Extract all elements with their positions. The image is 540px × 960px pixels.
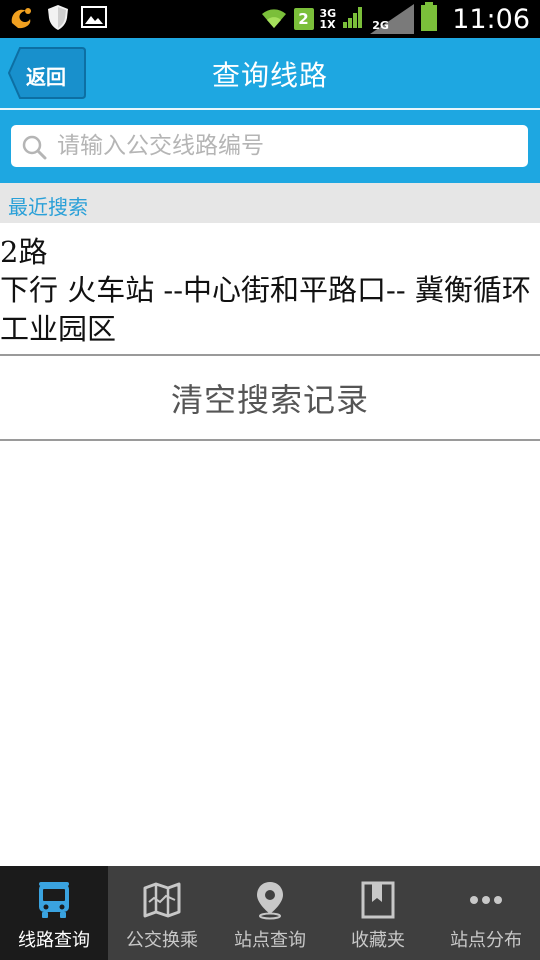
image-icon — [80, 4, 108, 34]
nav-item-favorites[interactable]: 收藏夹 — [324, 866, 432, 960]
nav-item-transfer[interactable]: 公交换乘 — [108, 866, 216, 960]
network-type-1: 3G 1X — [319, 7, 337, 31]
signal-2g-icon: 2G — [370, 4, 415, 34]
map-icon — [143, 882, 181, 918]
search-icon — [22, 135, 47, 160]
recent-search-header: 最近搜索 — [0, 183, 540, 223]
bus-icon — [39, 882, 69, 918]
nav-item-stop-query[interactable]: 站点查询 — [216, 866, 324, 960]
nav-item-route-query[interactable]: 线路查询 — [0, 866, 108, 960]
location-pin-icon — [257, 882, 283, 920]
recent-search-label: 最近搜索 — [8, 195, 88, 219]
sim-badge: 2 — [293, 8, 314, 30]
search-box[interactable] — [11, 125, 528, 167]
nav-label: 线路查询 — [18, 930, 90, 951]
wifi-icon — [260, 4, 288, 34]
uc-browser-icon — [8, 3, 36, 35]
nav-label: 站点查询 — [234, 930, 306, 951]
nav-label: 公交换乘 — [126, 930, 198, 951]
nav-label: 站点分布 — [450, 930, 522, 951]
bottom-nav: 线路查询 公交换乘 站点查询 收藏夹 站点分布 — [0, 866, 540, 960]
signal-icon — [342, 4, 364, 34]
route-description: 下行 火车站 --中心街和平路口-- 冀衡循环工业园区 — [0, 273, 531, 346]
divider — [0, 439, 540, 441]
search-area — [0, 110, 540, 183]
bookmark-icon — [361, 881, 395, 919]
page-title: 查询线路 — [211, 59, 328, 92]
nav-item-stop-distribution[interactable]: 站点分布 — [432, 866, 540, 960]
more-dots-icon — [470, 896, 502, 904]
app-header: 返回 查询线路 — [0, 38, 540, 110]
clock: 11:06 — [452, 3, 530, 35]
shield-icon — [46, 3, 70, 35]
status-bar: 2 3G 1X 2G 11:06 — [0, 0, 540, 38]
route-name: 2路 — [0, 235, 48, 269]
nav-label: 收藏夹 — [351, 930, 405, 951]
clear-history-button[interactable]: 清空搜索记录 — [0, 356, 540, 439]
search-input[interactable] — [57, 125, 517, 167]
battery-icon — [420, 2, 438, 36]
list-item[interactable]: 2路 下行 火车站 --中心街和平路口-- 冀衡循环工业园区 — [0, 223, 540, 355]
